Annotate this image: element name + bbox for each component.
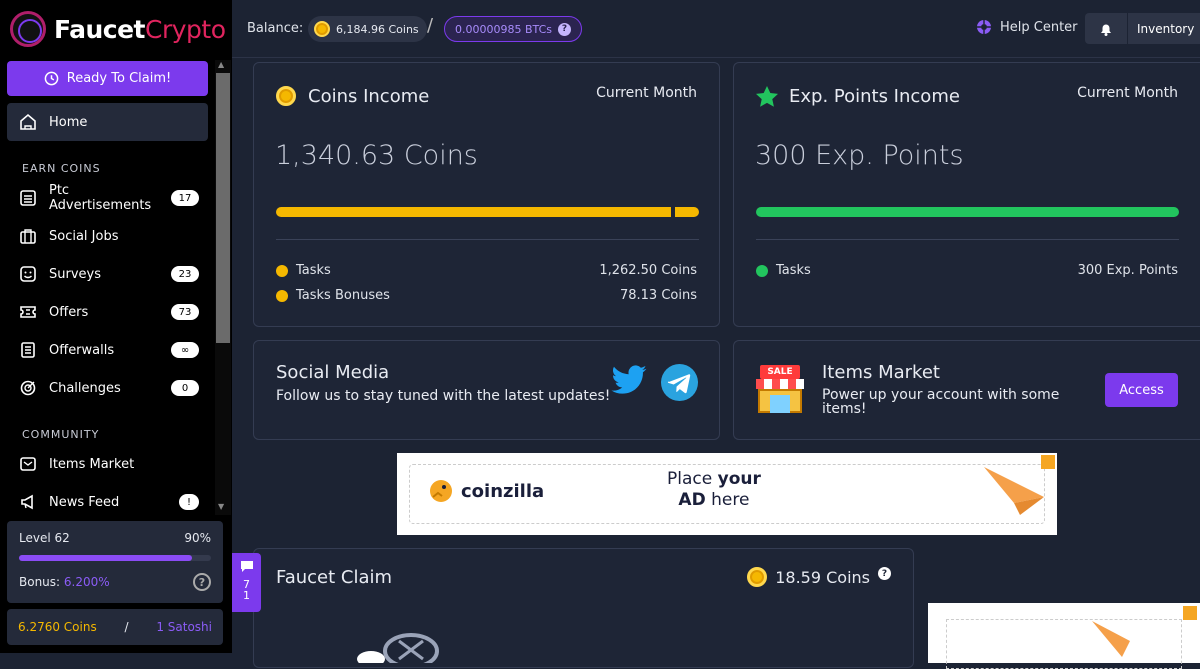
alert-badge: !	[179, 494, 199, 510]
question-icon[interactable]: ?	[878, 567, 891, 580]
ad-choices-icon[interactable]	[1183, 606, 1197, 620]
card-subtitle: Power up your account with some items!	[822, 387, 1060, 417]
coins-total: 1,340.63 Coins	[275, 140, 478, 171]
card-title: Exp. Points Income	[789, 86, 960, 107]
faucet-claim-card: Faucet Claim 18.59 Coins ?	[253, 548, 914, 668]
wallet-coins: 6.2760 Coins	[18, 620, 97, 634]
exp-income-card: Exp. Points Income Current Month 300 Exp…	[733, 62, 1200, 327]
earn-coins-heading: EARN COINS	[22, 162, 101, 175]
ad-placeholder-text: Place your AD here	[667, 469, 761, 510]
list-item: Tasks	[276, 263, 331, 278]
topbar: Balance: 6,184.96 Coins / 0.00000985 BTC…	[232, 0, 1200, 58]
inventory-button[interactable]: Inventory	[1128, 13, 1200, 44]
period-label: Current Month	[596, 85, 697, 101]
ad-banner[interactable]: coinzilla Place your AD here	[397, 453, 1057, 535]
target-icon	[20, 380, 36, 396]
ready-to-claim-button[interactable]: Ready To Claim!	[7, 61, 208, 96]
help-center-link[interactable]: Help Center	[976, 19, 1078, 35]
ticket-icon	[20, 306, 36, 318]
clock-icon	[44, 71, 59, 86]
logo[interactable]: FaucetCrypto	[10, 10, 226, 48]
bonuses-segment	[675, 207, 699, 217]
card-title: Coins Income	[308, 86, 430, 107]
telegram-icon[interactable]	[661, 364, 698, 401]
sidebar-item-home[interactable]: Home	[7, 103, 208, 141]
level-panel: Level 62 90% Bonus: 6.200% ?	[7, 521, 223, 603]
chat-icon	[240, 561, 253, 572]
megaphone-icon	[21, 494, 33, 510]
coin-icon	[314, 21, 330, 37]
count-badge: ∞	[171, 342, 199, 358]
community-heading: COMMUNITY	[22, 428, 100, 441]
question-icon[interactable]: ?	[558, 22, 572, 36]
faucet-illustration	[357, 633, 439, 663]
market-icon	[20, 457, 36, 471]
notifications-button[interactable]	[1085, 13, 1127, 44]
sidebar-item-news-feed[interactable]: News Feed !	[19, 490, 199, 514]
exp-progress-bar	[756, 207, 1179, 217]
home-icon	[20, 113, 36, 130]
ad-choices-icon[interactable]	[1041, 455, 1055, 469]
btc-balance[interactable]: 0.00000985 BTCs ?	[444, 16, 583, 42]
list-item: Tasks	[756, 263, 811, 278]
scroll-thumb[interactable]	[216, 73, 230, 343]
wallet-satoshi: 1 Satoshi	[156, 620, 212, 634]
count-badge: 73	[171, 304, 199, 320]
coin-icon	[747, 567, 768, 587]
level-percent: 90%	[184, 531, 211, 545]
coinzilla-logo: coinzilla	[427, 477, 544, 505]
list-icon	[20, 190, 36, 206]
level-progress-bar	[19, 555, 211, 561]
exp-total: 300 Exp. Points	[755, 140, 964, 171]
smile-icon	[20, 266, 36, 282]
coin-icon	[276, 86, 296, 106]
count-badge: 23	[171, 266, 199, 282]
bonus-value: 6.200%	[63, 575, 110, 589]
card-title: Faucet Claim	[276, 567, 393, 588]
social-media-card: Social Media Follow us to stay tuned wit…	[253, 340, 720, 440]
count-badge: 17	[171, 190, 199, 206]
period-label: Current Month	[1077, 85, 1178, 101]
level-label: Level 62	[19, 531, 70, 545]
card-subtitle: Follow us to stay tuned with the latest …	[276, 388, 611, 404]
list-item: Tasks Bonuses	[276, 288, 390, 303]
briefcase-icon	[20, 229, 36, 244]
sidebar-item-offers[interactable]: Offers 73	[19, 300, 199, 324]
faucet-reward: 18.59 Coins ?	[747, 567, 891, 587]
access-button[interactable]: Access	[1105, 373, 1178, 407]
coins-balance[interactable]: 6,184.96 Coins	[308, 16, 427, 42]
card-title: Social Media	[276, 362, 390, 383]
wall-icon	[21, 342, 35, 358]
sidebar-item-challenges[interactable]: Challenges 0	[19, 376, 199, 400]
sidebar-item-social-jobs[interactable]: Social Jobs	[19, 224, 199, 248]
sidebar-item-surveys[interactable]: Surveys 23	[19, 262, 199, 286]
shop-sale-icon: SALE	[756, 365, 806, 417]
star-icon	[756, 86, 778, 107]
sidebar-item-ptc[interactable]: Ptc Advertisements 17	[19, 183, 199, 213]
bell-icon	[1101, 24, 1111, 36]
scroll-up-icon[interactable]: ▲	[218, 60, 224, 69]
card-title: Items Market	[822, 362, 940, 383]
paper-plane-icon	[984, 467, 1044, 515]
coins-income-card: Coins Income Current Month 1,340.63 Coin…	[253, 62, 720, 327]
scroll-down-icon[interactable]: ▼	[218, 502, 224, 511]
balance-label: Balance:	[247, 21, 304, 36]
paper-plane-icon	[1092, 621, 1130, 657]
question-icon[interactable]: ?	[193, 573, 211, 591]
sidebar: FaucetCrypto Ready To Claim! Home EARN C…	[0, 0, 232, 653]
logo-icon	[10, 11, 46, 47]
twitter-icon[interactable]	[610, 365, 648, 397]
lifebuoy-icon	[977, 20, 991, 34]
sidebar-scrollbar[interactable]: ▲ ▼	[215, 60, 231, 515]
sidebar-item-items-market[interactable]: Items Market	[19, 452, 199, 476]
dragon-icon	[430, 480, 452, 502]
ad-banner-side[interactable]	[928, 603, 1200, 669]
chat-tab[interactable]: 7 1	[232, 553, 261, 612]
level-progress-fill	[19, 555, 192, 561]
tasks-segment	[276, 207, 671, 217]
wallet-summary: 6.2760 Coins / 1 Satoshi	[7, 609, 223, 645]
sidebar-item-offerwalls[interactable]: Offerwalls ∞	[19, 338, 199, 362]
count-badge: 0	[171, 380, 199, 396]
